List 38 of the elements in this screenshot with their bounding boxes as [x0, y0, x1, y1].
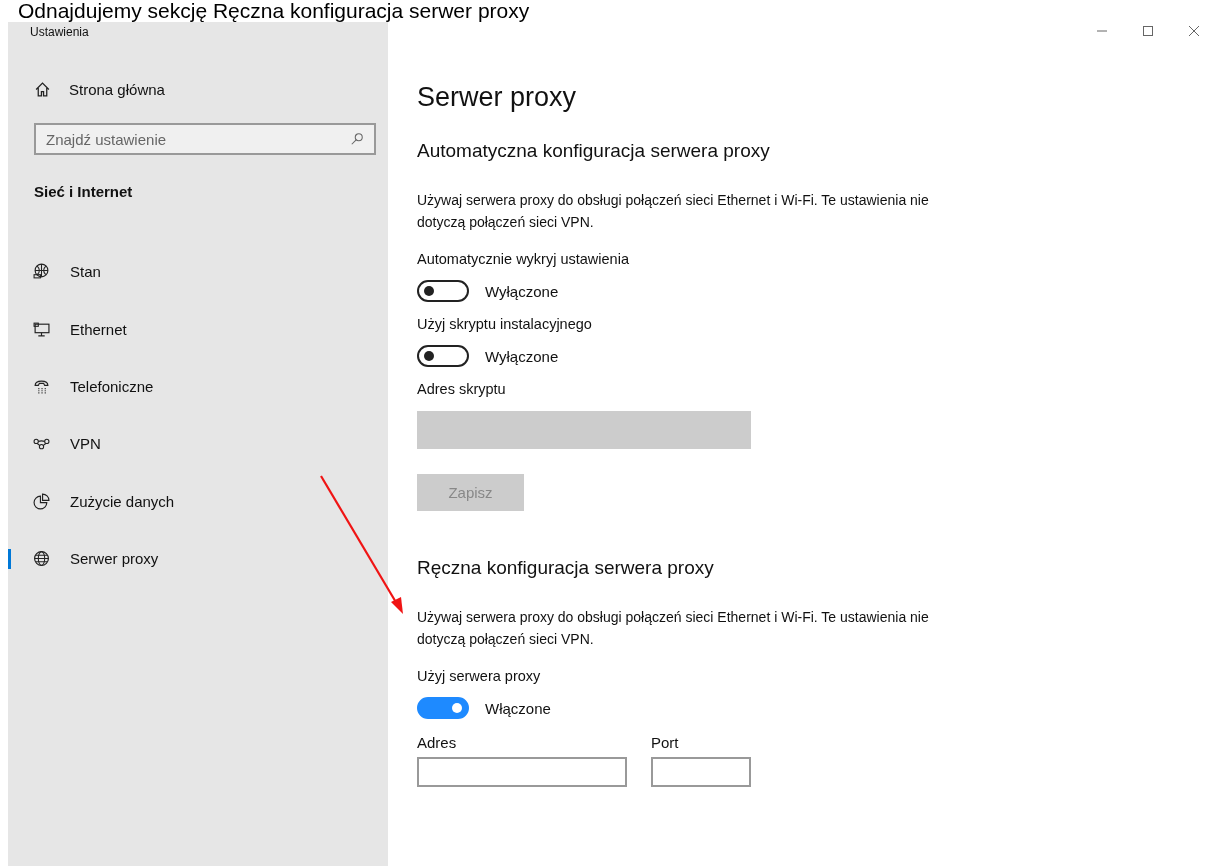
caption-text: Odnajdujemy sekcję Ręczna konfiguracja serwer proxy: [17, 0, 531, 22]
section-heading: Automatyczna konfiguracja serwera proxy: [417, 140, 771, 162]
toggle-label: Użyj serwera proxy: [417, 668, 542, 686]
toggle-switch[interactable]: [417, 280, 469, 302]
toggle-state: Włączone: [485, 699, 551, 717]
page-title: Serwer proxy: [417, 82, 577, 114]
globe-icon: [33, 263, 50, 281]
maximize-icon[interactable]: [1142, 25, 1154, 37]
close-icon[interactable]: [1188, 25, 1200, 37]
sidebar-item[interactable]: Telefoniczne: [8, 357, 368, 416]
toggle-switch[interactable]: [417, 345, 469, 367]
toggle-switch[interactable]: [417, 697, 469, 719]
sidebar-item[interactable]: Serwer proxy: [8, 529, 368, 588]
toggle-label: Automatycznie wykryj ustawienia: [417, 251, 630, 269]
category-heading: Sieć i Internet: [33, 182, 134, 202]
search-icon: [350, 132, 364, 146]
section-heading: Ręczna konfiguracja serwera proxy: [417, 557, 715, 579]
globe-icon: [33, 550, 50, 568]
sidebar-item[interactable]: Ethernet: [8, 300, 368, 358]
search-field[interactable]: Znajdź ustawienie: [34, 123, 376, 155]
toggle-label: Użyj skryptu instalacyjnego: [417, 316, 593, 334]
description-text: Używaj serwera proxy do obsługi połączeń sieci Ethernet i Wi-Fi. Te ustawienia nie dotyczą połączeń sieci VPN.: [417, 191, 930, 232]
monitor-icon: [33, 320, 50, 338]
field-label: Adres: [417, 734, 458, 753]
pie-chart-icon: [33, 492, 50, 510]
sidebar-item[interactable]: Zużycie danych: [8, 472, 368, 530]
address-field[interactable]: [417, 757, 627, 787]
home-icon: [34, 80, 51, 98]
field-label: Port: [651, 734, 680, 753]
description-text: Używaj serwera proxy do obsługi połączeń sieci Ethernet i Wi-Fi. Te ustawienia nie dotyczą połączeń sieci VPN.: [417, 608, 930, 649]
port-field[interactable]: [651, 757, 751, 787]
toggle-state: Wyłączone: [485, 282, 559, 300]
window-title: Ustawienia: [29, 24, 90, 41]
sidebar-item[interactable]: Stan: [8, 243, 368, 301]
sidebar-item[interactable]: VPN: [8, 415, 368, 473]
home-link[interactable]: Strona główna: [26, 57, 368, 101]
field-label: Adres skryptu: [417, 381, 507, 399]
toggle-state: Wyłączone: [485, 347, 559, 365]
